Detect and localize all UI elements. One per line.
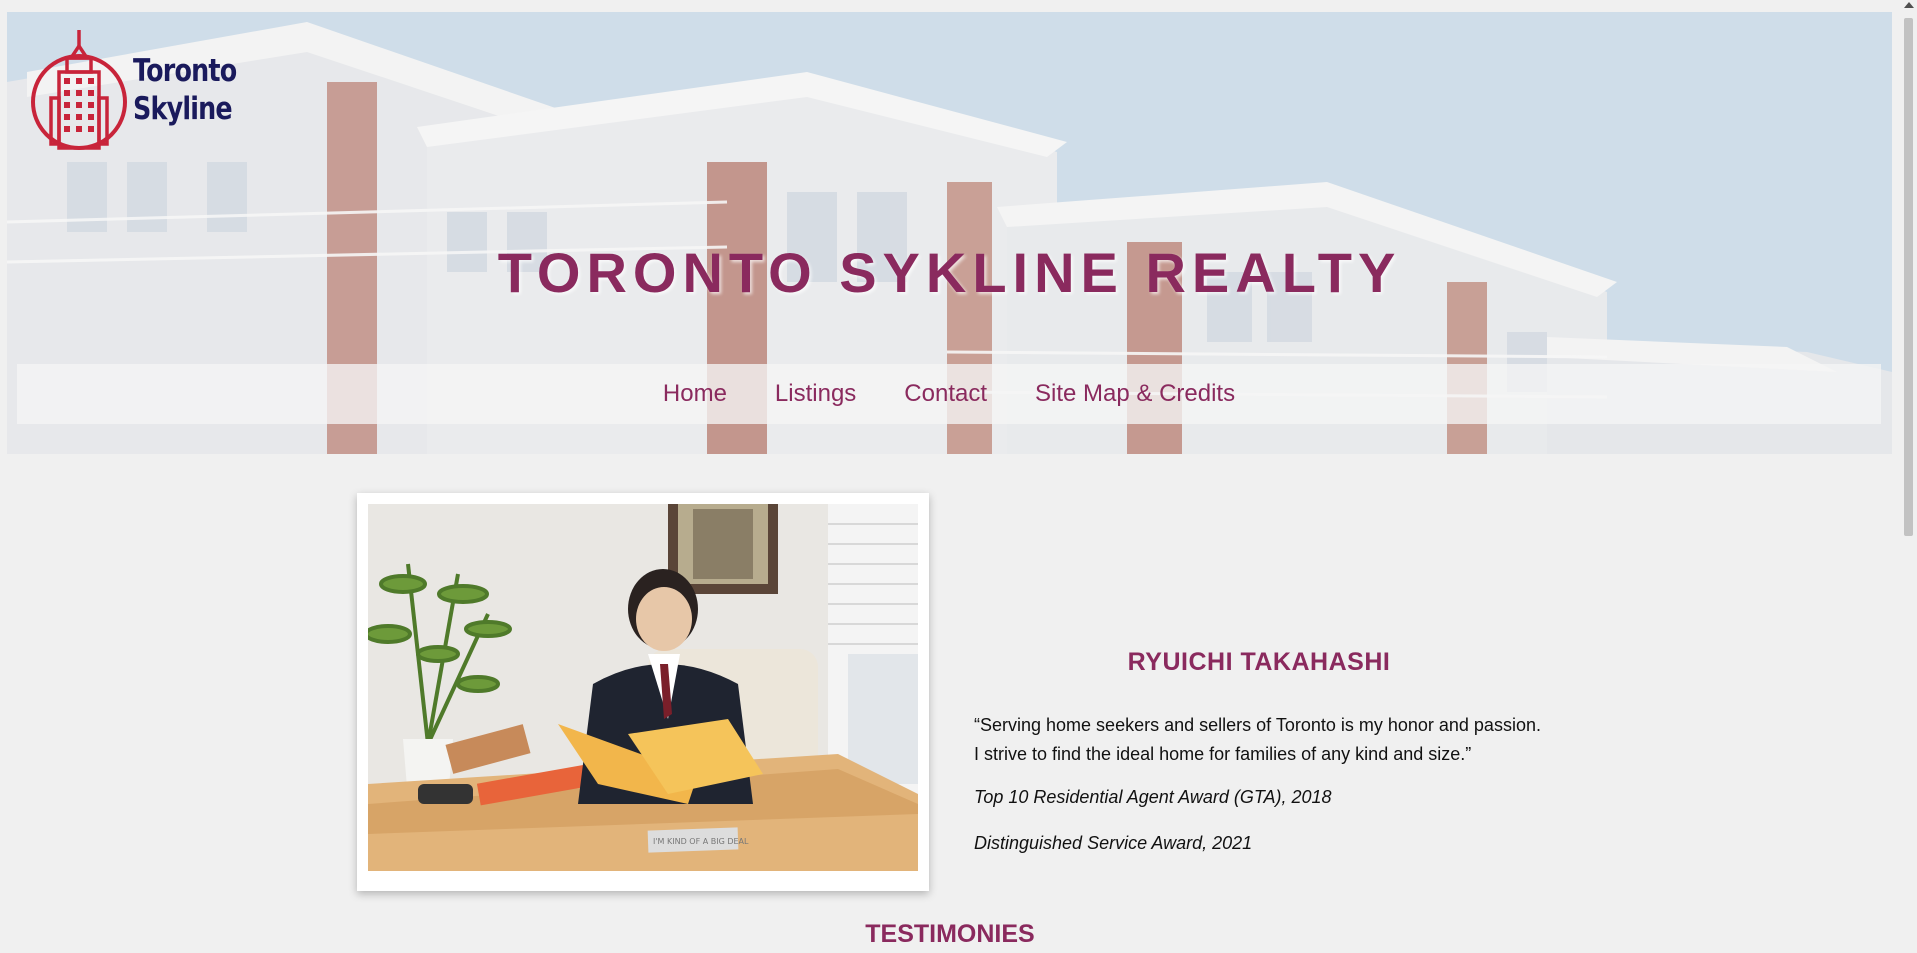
vertical-scrollbar[interactable] [1900, 0, 1917, 953]
page: Toronto Skyline TORONTO SYKLINE REALTY H… [0, 0, 1917, 953]
testimonies-heading: TESTIMONIES [865, 920, 1035, 948]
scroll-thumb[interactable] [1904, 18, 1913, 536]
agent-photo: I'M KIND OF A BIG DEAL [368, 504, 918, 871]
site-title: TORONTO SYKLINE REALTY [497, 241, 1402, 304]
logo-line-1: Toronto [133, 53, 237, 89]
agent-info: RYUICHI TAKAHASHI “Serving home seekers … [974, 648, 1594, 879]
top-strip [0, 0, 1900, 12]
nav-contact[interactable]: Contact [904, 380, 987, 408]
nav-listings[interactable]: Listings [775, 380, 856, 408]
nav-site-map-credits[interactable]: Site Map & Credits [1035, 380, 1235, 408]
agent-photo-frame: I'M KIND OF A BIG DEAL [357, 493, 929, 891]
agent-quote-line-1: “Serving home seekers and sellers of Tor… [974, 715, 1541, 735]
agent-quote-line-2: I strive to find the ideal home for fami… [974, 744, 1472, 764]
desk-sign-text: I'M KIND OF A BIG DEAL [653, 837, 749, 846]
agent-quote: “Serving home seekers and sellers of Tor… [974, 711, 1594, 769]
scroll-up-arrow-icon[interactable] [1904, 2, 1914, 8]
award-distinguished-service: Distinguished Service Award, 2021 [974, 833, 1253, 853]
award-top-10: Top 10 Residential Agent Award (GTA), 20… [974, 787, 1332, 807]
logo-text: Toronto Skyline [133, 52, 237, 128]
site-logo[interactable]: Toronto Skyline [29, 28, 259, 152]
logo-line-2: Skyline [133, 91, 233, 127]
main-nav: Home Listings Contact Site Map & Credits [17, 364, 1881, 424]
skyscraper-icon [31, 30, 127, 150]
hero-banner: Toronto Skyline TORONTO SYKLINE REALTY H… [7, 12, 1892, 454]
agent-name: RYUICHI TAKAHASHI [1127, 648, 1391, 676]
nav-home[interactable]: Home [663, 380, 727, 408]
